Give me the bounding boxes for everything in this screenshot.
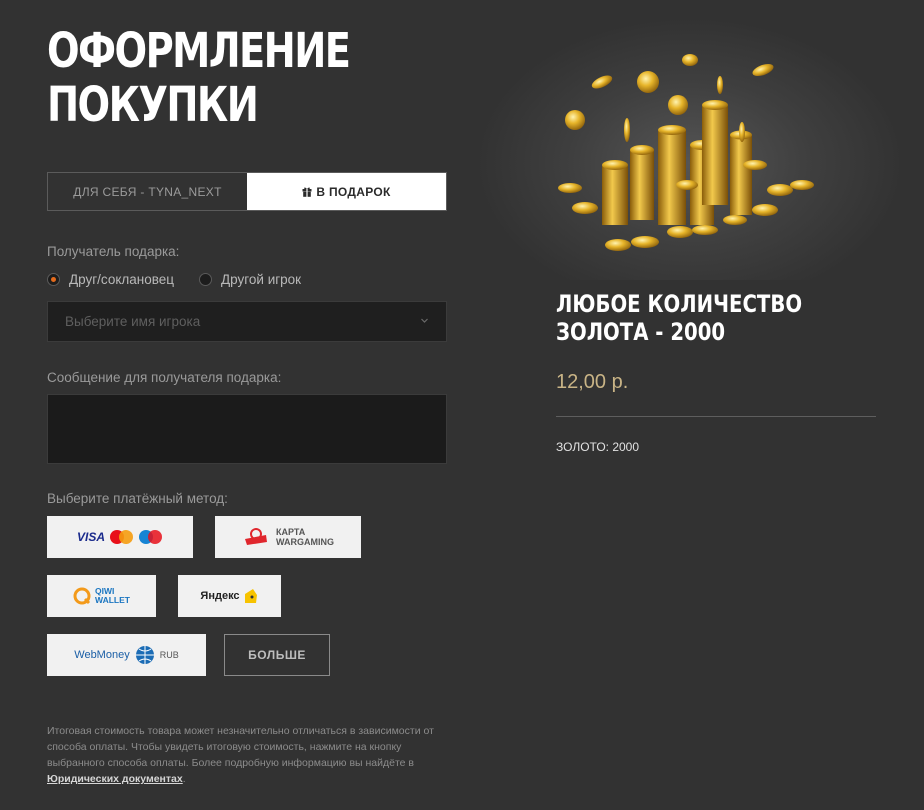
tab-as-gift-label: В ПОДАРОК — [316, 184, 391, 199]
wargaming-card-line1: КАРТА — [276, 527, 306, 537]
player-name-placeholder: Выберите имя игрока — [65, 314, 201, 329]
product-price: 12,00 р. — [556, 371, 629, 393]
payment-label: Выберите платёжный метод: — [47, 491, 228, 506]
tab-as-gift[interactable]: В ПОДАРОК — [247, 173, 446, 210]
checkout-page: ОФОРМЛЕНИЕ ПОКУПКИ ДЛЯ СЕБЯ - TYNA_NEXT … — [0, 0, 924, 810]
gift-icon — [302, 187, 312, 197]
wargaming-card-icon — [245, 528, 267, 545]
disclaimer-text: Итоговая стоимость товара может незначит… — [47, 725, 434, 769]
qiwi-label: QIWI WALLET — [95, 587, 130, 605]
qiwi-icon — [73, 587, 91, 605]
pay-wargaming-card-button[interactable]: КАРТА WARGAMING — [215, 516, 361, 558]
qiwi-line2: WALLET — [95, 595, 130, 605]
webmoney-logo: WebMoney — [74, 649, 130, 661]
disclaimer-end: . — [182, 773, 186, 785]
page-title-line1: ОФОРМЛЕНИЕ — [47, 23, 351, 79]
pay-visa-button[interactable]: VISA — [47, 516, 193, 558]
yandex-wallet-icon — [244, 589, 257, 603]
product-spec: ЗОЛОТО: 2000 — [556, 440, 640, 454]
message-textarea[interactable] — [47, 394, 447, 464]
more-payment-methods-button[interactable]: БОЛЬШЕ — [224, 634, 330, 676]
pay-qiwi-button[interactable]: QIWI WALLET — [47, 575, 156, 617]
product-title: ЛЮБОЕ КОЛИЧЕСТВО ЗОЛОТА - 2000 — [556, 290, 803, 346]
radio-unchecked-icon — [199, 273, 213, 286]
wargaming-card-line2: WARGAMING — [276, 537, 334, 547]
gold-coins-illustration — [558, 54, 814, 251]
wargaming-card-label: КАРТА WARGAMING — [276, 527, 334, 547]
radio-friend-clanmate[interactable]: Друг/соклановец — [47, 272, 174, 287]
message-label: Сообщение для получателя подарка: — [47, 370, 282, 385]
gold-coins-image — [480, 20, 900, 280]
mastercard-maestro-icon — [110, 530, 162, 544]
radio-other-player[interactable]: Другой игрок — [199, 272, 301, 287]
price-disclaimer: Итоговая стоимость товара может незначит… — [47, 723, 457, 787]
webmoney-currency: RUB — [159, 650, 179, 660]
page-title: ОФОРМЛЕНИЕ ПОКУПКИ — [47, 23, 351, 133]
webmoney-globe-icon — [135, 646, 154, 664]
purchase-type-tabs: ДЛЯ СЕБЯ - TYNA_NEXT В ПОДАРОК — [47, 172, 447, 211]
radio-friend-label: Друг/соклановец — [69, 272, 175, 287]
page-title-line2: ПОКУПКИ — [47, 77, 259, 133]
recipient-label: Получатель подарка: — [47, 244, 180, 259]
tab-for-self[interactable]: ДЛЯ СЕБЯ - TYNA_NEXT — [48, 173, 247, 210]
recipient-options: Друг/соклановец Другой игрок — [47, 272, 326, 287]
yandex-logo: Яндекс — [200, 590, 240, 602]
tab-for-self-label: ДЛЯ СЕБЯ - TYNA_NEXT — [73, 184, 222, 199]
radio-other-label: Другой игрок — [221, 272, 302, 287]
divider — [556, 416, 876, 417]
radio-checked-icon — [47, 273, 60, 286]
player-name-select[interactable]: Выберите имя игрока — [47, 301, 447, 342]
chevron-down-icon — [421, 318, 428, 323]
pay-yandex-button[interactable]: Яндекс — [178, 575, 281, 617]
visa-logo: VISA — [76, 530, 105, 544]
pay-webmoney-button[interactable]: WebMoney RUB — [47, 634, 206, 676]
legal-documents-link[interactable]: Юридических документах — [47, 773, 183, 785]
